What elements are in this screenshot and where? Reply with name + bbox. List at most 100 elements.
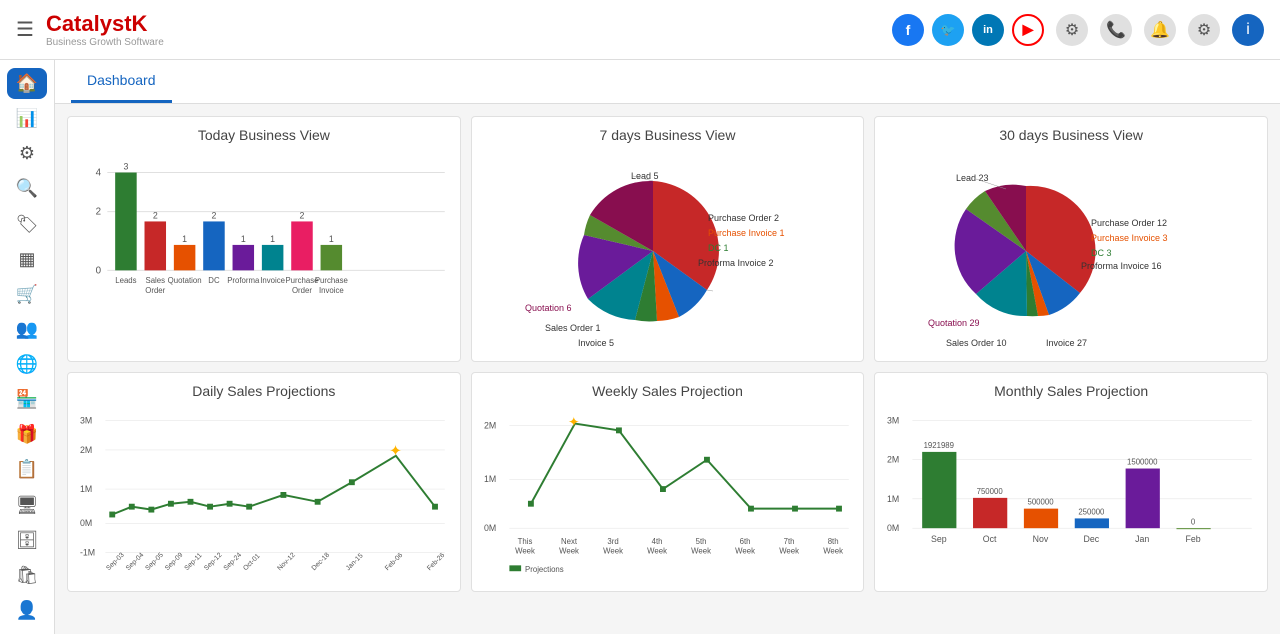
svg-text:1M: 1M — [887, 494, 899, 504]
svg-text:Purchase Order 2: Purchase Order 2 — [708, 213, 779, 223]
svg-text:Oct-01: Oct-01 — [242, 553, 262, 573]
svg-text:2: 2 — [300, 211, 305, 221]
menu-icon[interactable]: ☰ — [16, 17, 34, 42]
sidebar-item-dashboard[interactable]: 📊 — [7, 103, 47, 134]
sidebar-item-shop[interactable]: 🏪 — [7, 384, 47, 415]
svg-text:Sep-09: Sep-09 — [164, 552, 185, 573]
svg-text:Week: Week — [603, 547, 623, 556]
logo-tagline: Business Growth Software — [46, 37, 164, 48]
svg-text:Purchase: Purchase — [285, 276, 318, 285]
svg-text:Feb-06: Feb-06 — [384, 552, 404, 572]
svg-text:DC 3: DC 3 — [1091, 248, 1112, 258]
svg-text:1: 1 — [270, 234, 275, 244]
svg-text:Purchase Invoice 3: Purchase Invoice 3 — [1091, 233, 1168, 243]
info-icon[interactable]: i — [1232, 14, 1264, 46]
svg-text:Quotation: Quotation — [168, 276, 202, 285]
svg-text:Order: Order — [292, 286, 312, 295]
svg-text:✦: ✦ — [568, 414, 580, 429]
svg-text:0: 0 — [1191, 517, 1196, 526]
thirty-days-svg: Lead 23 Purchase Order 12 Purchase Invoi… — [886, 151, 1256, 351]
svg-text:3M: 3M — [80, 416, 92, 426]
svg-text:Feb-26: Feb-26 — [426, 552, 446, 572]
business-views-row: Today Business View 4 2 0 — [67, 116, 1268, 362]
svg-text:Week: Week — [559, 547, 579, 556]
projections-row: Daily Sales Projections 3M 2M 1M 0M -1M — [67, 372, 1268, 592]
sidebar-item-layers[interactable]: ▦ — [7, 244, 47, 275]
header: ☰ CatalystK Business Growth Software f 🐦… — [0, 0, 1280, 60]
svg-text:Feb: Feb — [1186, 534, 1201, 544]
phone-icon[interactable]: 📞 — [1100, 14, 1132, 46]
svg-text:Proforma Invoice 16: Proforma Invoice 16 — [1081, 261, 1162, 271]
svg-text:Purchase Order 12: Purchase Order 12 — [1091, 218, 1167, 228]
main-content: Dashboard Today Business View 4 2 0 — [55, 60, 1280, 634]
svg-text:Sep-05: Sep-05 — [144, 552, 165, 573]
svg-text:Nov-12: Nov-12 — [276, 552, 297, 573]
youtube-icon[interactable]: ▶ — [1012, 14, 1044, 46]
svg-text:DC: DC — [208, 276, 220, 285]
daily-svg: 3M 2M 1M 0M -1M — [78, 407, 450, 577]
svg-text:Week: Week — [515, 547, 535, 556]
svg-text:1921989: 1921989 — [924, 441, 954, 450]
linkedin-icon[interactable]: in — [972, 14, 1004, 46]
sidebar-item-user[interactable]: 👤 — [7, 595, 47, 626]
sidebar-item-people[interactable]: 👥 — [7, 314, 47, 345]
sidebar-item-analytics[interactable]: ⚙ — [7, 138, 47, 169]
svg-text:Order: Order — [145, 286, 165, 295]
svg-text:Purchase: Purchase — [315, 276, 348, 285]
svg-text:1M: 1M — [80, 484, 92, 494]
sidebar-item-storage[interactable]: 🗄 — [7, 525, 47, 556]
thirty-days-business-view: 30 days Business View — [874, 116, 1268, 362]
svg-text:Week: Week — [779, 547, 799, 556]
logo-area: CatalystK Business Growth Software — [46, 11, 164, 48]
svg-text:Sep-24: Sep-24 — [223, 552, 244, 573]
svg-text:Week: Week — [647, 547, 667, 556]
sidebar-item-reports[interactable]: 📋 — [7, 454, 47, 485]
svg-text:-1M: -1M — [80, 548, 95, 558]
svg-text:Invoice: Invoice — [260, 276, 285, 285]
seven-days-title: 7 days Business View — [482, 127, 854, 143]
svg-text:This: This — [517, 537, 532, 546]
notification-icon[interactable]: 🔔 — [1144, 14, 1176, 46]
twitter-icon[interactable]: 🐦 — [932, 14, 964, 46]
sidebar-item-monitor[interactable]: 🖥 — [7, 490, 47, 521]
seven-days-svg: Lead 5 Purchase Order 2 Purchase Invoice… — [483, 151, 853, 351]
svg-text:Sep-04: Sep-04 — [125, 552, 146, 573]
svg-text:0M: 0M — [484, 523, 496, 533]
svg-text:2: 2 — [96, 207, 101, 218]
sidebar-item-tags[interactable]: 🏷 — [7, 209, 47, 240]
dashboard-content: Today Business View 4 2 0 — [55, 104, 1280, 614]
svg-text:3: 3 — [123, 162, 128, 172]
tab-dashboard[interactable]: Dashboard — [71, 60, 172, 103]
svg-text:7th: 7th — [783, 537, 794, 546]
svg-text:1M: 1M — [484, 474, 496, 484]
svg-text:Purchase Invoice 1: Purchase Invoice 1 — [708, 228, 785, 238]
svg-text:Proforma: Proforma — [227, 276, 260, 285]
thirty-days-pie: Lead 23 Purchase Order 12 Purchase Invoi… — [885, 151, 1257, 351]
header-tools: ⚙ 📞 🔔 ⚙ i — [1056, 14, 1264, 46]
svg-text:2M: 2M — [80, 445, 92, 455]
sidebar-item-gift[interactable]: 🎁 — [7, 419, 47, 450]
svg-text:Quotation 29: Quotation 29 — [928, 318, 980, 328]
svg-text:Sales Order 10: Sales Order 10 — [946, 338, 1007, 348]
config-icon[interactable]: ⚙ — [1188, 14, 1220, 46]
sidebar-item-search[interactable]: 🔍 — [7, 173, 47, 204]
svg-text:750000: 750000 — [977, 487, 1004, 496]
svg-text:Invoice 27: Invoice 27 — [1046, 338, 1087, 348]
weekly-line-chart: 2M 1M 0M — [482, 407, 854, 567]
sidebar-item-shopping[interactable]: 🛍 — [7, 560, 47, 591]
monthly-svg: 3M 2M 1M 0M 1921989 — [885, 407, 1257, 577]
sidebar-item-home[interactable]: 🏠 — [7, 68, 47, 99]
svg-text:Proforma Invoice 2: Proforma Invoice 2 — [698, 258, 774, 268]
svg-text:3M: 3M — [887, 416, 899, 426]
facebook-icon[interactable]: f — [892, 14, 924, 46]
sidebar-item-cart[interactable]: 🛒 — [7, 279, 47, 310]
svg-text:8th: 8th — [827, 537, 838, 546]
svg-text:✦: ✦ — [389, 443, 402, 460]
monthly-bar-chart: 3M 2M 1M 0M 1921989 — [885, 407, 1257, 567]
sidebar-item-globe[interactable]: 🌐 — [7, 349, 47, 380]
settings-icon[interactable]: ⚙ — [1056, 14, 1088, 46]
svg-text:Week: Week — [691, 547, 711, 556]
tab-bar: Dashboard — [55, 60, 1280, 104]
daily-proj-title: Daily Sales Projections — [78, 383, 450, 399]
svg-text:1: 1 — [329, 234, 334, 244]
